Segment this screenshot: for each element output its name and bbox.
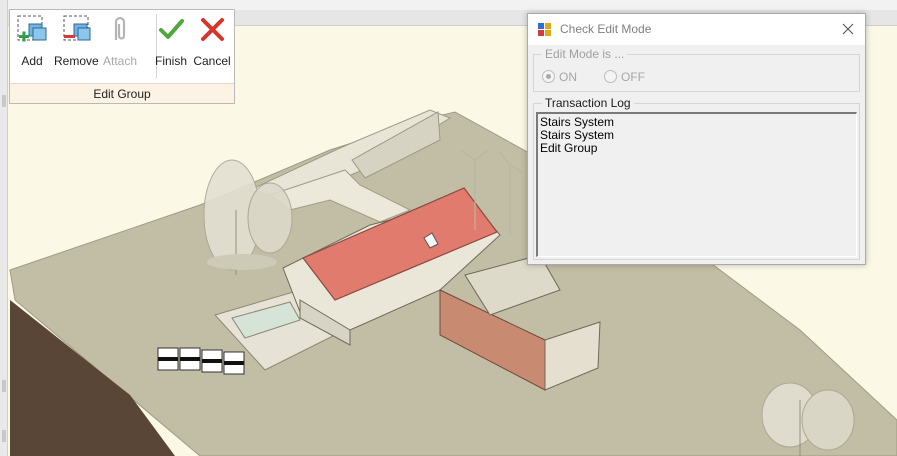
- close-icon: [842, 23, 854, 35]
- add-button-label: Add: [21, 54, 43, 68]
- add-button[interactable]: Add: [16, 14, 48, 78]
- finish-button-label: Finish: [154, 54, 187, 68]
- view-left-edge: [0, 0, 8, 456]
- attach-button[interactable]: Attach: [102, 14, 138, 78]
- remove-button-label: Remove: [54, 54, 99, 68]
- paperclip-icon: [104, 14, 136, 46]
- cancel-button-label: Cancel: [193, 54, 231, 68]
- finish-button[interactable]: Finish: [154, 14, 188, 78]
- edit-mode-off-radio[interactable]: OFF: [604, 69, 648, 85]
- edit-mode-on-label: ON: [559, 70, 577, 84]
- ribbon-panel-title: Edit Group: [10, 83, 234, 103]
- check-edit-mode-dialog: Check Edit Mode Edit Mode is ... ON OFF …: [527, 13, 866, 265]
- edit-group-ribbon-panel: Add Remove Attach Finish Cancel Edit Gro…: [9, 9, 235, 104]
- dialog-titlebar[interactable]: Check Edit Mode: [528, 14, 865, 45]
- remove-from-group-icon: [60, 14, 92, 46]
- checkmark-icon: [155, 14, 187, 46]
- dialog-title: Check Edit Mode: [560, 22, 652, 36]
- edit-mode-off-label: OFF: [621, 70, 645, 84]
- edit-mode-legend: Edit Mode is ...: [542, 47, 628, 61]
- close-button[interactable]: [831, 14, 865, 45]
- add-to-group-icon: [16, 14, 48, 46]
- transaction-log-groupbox: Transaction Log Stairs System Stairs Sys…: [533, 96, 860, 260]
- remove-button[interactable]: Remove: [54, 14, 99, 78]
- transaction-log-legend: Transaction Log: [542, 96, 634, 110]
- edit-mode-groupbox: Edit Mode is ... ON OFF: [533, 47, 860, 92]
- cancel-button[interactable]: Cancel: [193, 14, 231, 78]
- transaction-log-textbox[interactable]: Stairs System Stairs System Edit Group: [536, 112, 857, 257]
- edit-mode-on-radio[interactable]: ON: [542, 69, 582, 85]
- log-entry: Edit Group: [540, 141, 598, 155]
- red-x-icon: [196, 14, 228, 46]
- form-app-icon: [538, 23, 552, 37]
- attach-button-label: Attach: [102, 54, 138, 68]
